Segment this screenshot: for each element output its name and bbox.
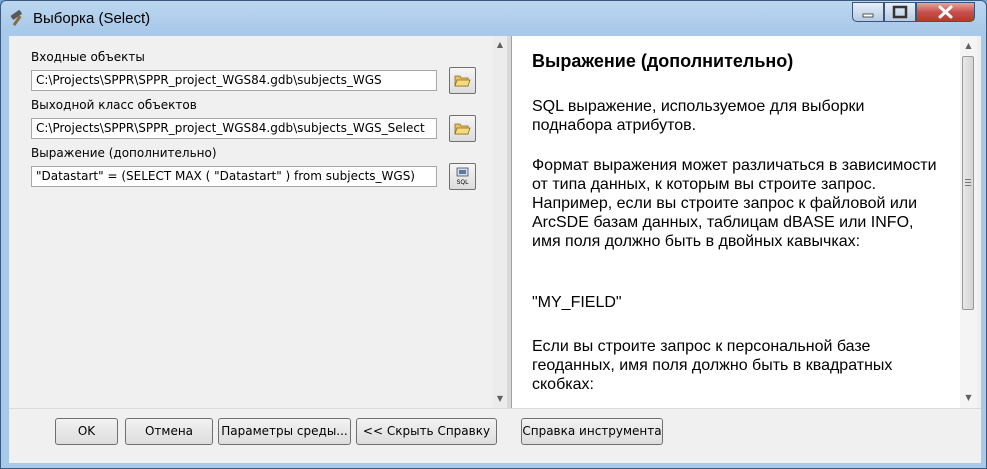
input-features-field[interactable]: C:\Projects\SPPR\SPPR_project_WGS84.gdb\… bbox=[31, 70, 437, 91]
button-bar: OK Отмена Параметры среды... << Скрыть С… bbox=[9, 408, 981, 463]
output-class-field[interactable]: C:\Projects\SPPR\SPPR_project_WGS84.gdb\… bbox=[31, 118, 437, 139]
help-scrollbar[interactable]: ▲ ▼ bbox=[960, 36, 977, 408]
scroll-down-arrow-icon[interactable]: ▼ bbox=[493, 392, 507, 406]
expression-label: Выражение (дополнительно) bbox=[31, 146, 217, 160]
folder-open-icon bbox=[454, 75, 471, 87]
maximize-button[interactable] bbox=[884, 2, 916, 22]
minimize-icon bbox=[862, 13, 874, 18]
input-features-label: Входные объекты bbox=[31, 50, 145, 64]
scrollbar-thumb[interactable] bbox=[962, 56, 974, 310]
sql-icon: SQL bbox=[457, 167, 470, 186]
maximize-icon bbox=[892, 5, 908, 19]
minimize-button[interactable] bbox=[852, 2, 884, 22]
hammer-icon bbox=[9, 9, 27, 27]
window-title: Выборка (Select) bbox=[33, 10, 151, 27]
help-paragraph: Если вы строите запрос к персональной ба… bbox=[532, 338, 893, 393]
help-paragraph: Формат выражения может различаться в зав… bbox=[532, 157, 937, 250]
browse-input-button[interactable] bbox=[449, 67, 476, 94]
help-paragraph: SQL выражение, используемое для выборки … bbox=[532, 98, 865, 134]
scroll-up-arrow-icon[interactable]: ▲ bbox=[493, 38, 507, 52]
tool-help-button[interactable]: Справка инструмента bbox=[521, 418, 663, 445]
help-pane: Выражение (дополнительно) SQL выражение,… bbox=[511, 36, 960, 408]
title-bar[interactable]: Выборка (Select) bbox=[1, 1, 986, 37]
cancel-button[interactable]: Отмена bbox=[125, 418, 213, 445]
scroll-down-arrow-icon[interactable]: ▼ bbox=[960, 390, 977, 406]
expression-field[interactable]: "Datastart" = (SELECT MAX ( "Datastart" … bbox=[31, 166, 437, 187]
dialog-window: Выборка (Select) Входные объекты C:\Proj… bbox=[0, 0, 987, 469]
hide-help-button[interactable]: << Скрыть Справку bbox=[356, 418, 497, 445]
environments-button[interactable]: Параметры среды... bbox=[218, 418, 351, 445]
parameters-scrollbar[interactable]: ▲ ▼ bbox=[493, 36, 507, 408]
output-class-label: Выходной класс объектов bbox=[31, 98, 197, 112]
folder-open-icon bbox=[454, 123, 471, 135]
close-icon bbox=[938, 5, 953, 19]
dialog-client: Входные объекты C:\Projects\SPPR\SPPR_pr… bbox=[9, 36, 981, 463]
svg-text:SQL: SQL bbox=[457, 179, 470, 186]
close-button[interactable] bbox=[916, 2, 975, 22]
help-title: Выражение (дополнительно) bbox=[532, 51, 794, 71]
sql-builder-button[interactable]: SQL bbox=[449, 163, 476, 190]
ok-button[interactable]: OK bbox=[55, 418, 118, 445]
help-paragraph: "MY_FIELD" bbox=[532, 294, 622, 311]
parameters-pane: Входные объекты C:\Projects\SPPR\SPPR_pr… bbox=[9, 36, 507, 408]
browse-output-button[interactable] bbox=[449, 115, 476, 142]
scroll-up-arrow-icon[interactable]: ▲ bbox=[960, 38, 977, 54]
